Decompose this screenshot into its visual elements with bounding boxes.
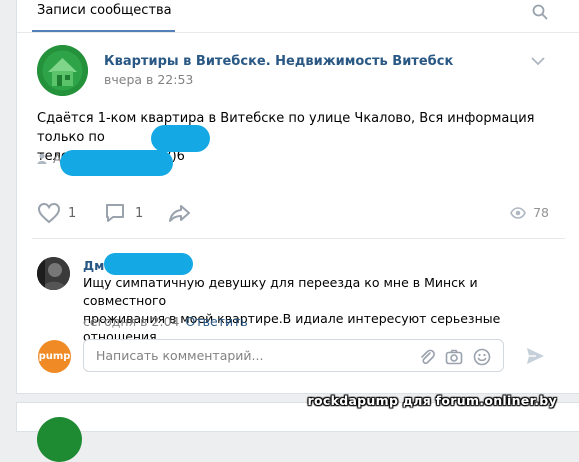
reply-link[interactable]: Ответить bbox=[186, 314, 248, 329]
comment-timestamp[interactable]: сегодня в 2:04 bbox=[83, 314, 180, 329]
avatar-photo bbox=[37, 257, 70, 290]
view-counter: 78 bbox=[510, 205, 549, 220]
post-signer[interactable]: А bbox=[37, 151, 62, 166]
smile-icon[interactable] bbox=[473, 348, 491, 366]
house-icon bbox=[37, 45, 88, 96]
view-count: 78 bbox=[533, 205, 549, 220]
commenter-avatar[interactable] bbox=[37, 257, 70, 290]
like-button[interactable]: 1 bbox=[37, 202, 76, 224]
paperclip-icon[interactable] bbox=[418, 348, 436, 366]
active-tab-indicator bbox=[32, 30, 175, 32]
post-actions: 1 1 78 bbox=[17, 197, 579, 227]
tab-community-posts[interactable]: Записи сообщества bbox=[37, 3, 172, 18]
heart-icon bbox=[37, 202, 61, 224]
current-user-avatar[interactable]: pump bbox=[38, 340, 71, 373]
watermark-text: rockdapump для forum.onliner.by bbox=[307, 393, 557, 408]
camera-icon[interactable] bbox=[445, 348, 463, 366]
comment-text-line: Ищу симпатичную девушку для переезда ко … bbox=[83, 275, 478, 308]
wall-card: Записи сообщества Квартиры в Витебске. Н… bbox=[16, 0, 579, 394]
avatar-text: pump bbox=[38, 351, 71, 362]
share-icon bbox=[169, 205, 190, 222]
comment-meta: сегодня в 2:04 Ответить bbox=[83, 314, 248, 329]
chevron-down-icon[interactable] bbox=[531, 56, 545, 66]
comment-author-link[interactable]: Дм bbox=[83, 258, 104, 273]
comment-count: 1 bbox=[135, 205, 144, 221]
wall-header: Записи сообщества bbox=[17, 0, 579, 33]
eye-icon bbox=[510, 206, 526, 219]
post-timestamp[interactable]: вчера в 22:53 bbox=[104, 72, 193, 87]
comment-composer bbox=[83, 339, 504, 372]
post-text-line: Сдаётся 1-ком квартира в Витебске по ули… bbox=[37, 111, 535, 145]
redaction-commenter-name bbox=[104, 253, 193, 275]
post-author-link[interactable]: Квартиры в Витебске. Недвижимость Витебс… bbox=[104, 54, 453, 69]
comment-icon bbox=[106, 204, 124, 222]
like-count: 1 bbox=[68, 205, 77, 221]
group-avatar[interactable] bbox=[37, 45, 88, 96]
redaction-signer bbox=[60, 150, 173, 176]
divider bbox=[32, 238, 565, 239]
comment-text: Ищу симпатичную девушку для переезда ко … bbox=[83, 274, 563, 346]
comment-input[interactable] bbox=[96, 348, 396, 363]
user-icon bbox=[37, 153, 47, 164]
search-icon[interactable] bbox=[532, 4, 548, 20]
send-icon[interactable] bbox=[525, 346, 545, 366]
share-button[interactable] bbox=[168, 202, 192, 224]
comment-button[interactable]: 1 bbox=[104, 202, 143, 224]
redaction-phone bbox=[151, 125, 210, 152]
